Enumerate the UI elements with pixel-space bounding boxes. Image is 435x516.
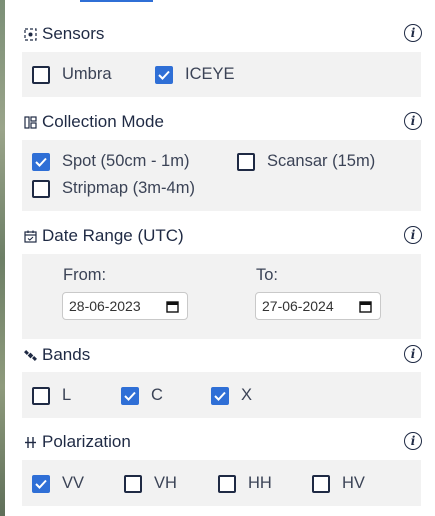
polarization-header: Polarization bbox=[23, 430, 131, 454]
calendar-picker-icon[interactable] bbox=[359, 300, 372, 313]
checkbox[interactable] bbox=[218, 474, 236, 493]
active-tab-indicator bbox=[80, 0, 153, 2]
mode-option-stripmap[interactable]: Stripmap (3m-4m) bbox=[32, 179, 195, 198]
sensor-icon bbox=[23, 27, 37, 41]
collection-mode-title: Collection Mode bbox=[42, 112, 164, 131]
bands-panel: L C X bbox=[22, 372, 421, 418]
checkbox[interactable] bbox=[32, 179, 50, 198]
band-option-c[interactable]: C bbox=[121, 386, 163, 405]
check-icon bbox=[35, 479, 47, 489]
from-date-value: 28-06-2023 bbox=[69, 298, 141, 314]
checkbox-checked[interactable] bbox=[155, 65, 173, 84]
collection-mode-header: Collection Mode bbox=[23, 110, 164, 134]
collection-mode-info-icon[interactable]: i bbox=[404, 112, 422, 130]
check-icon bbox=[35, 157, 47, 167]
check-icon bbox=[124, 391, 136, 401]
checkbox-checked[interactable] bbox=[211, 386, 229, 405]
polarization-option-vh[interactable]: VH bbox=[124, 474, 177, 493]
sensors-info-icon[interactable]: i bbox=[404, 24, 422, 42]
checkbox-checked[interactable] bbox=[32, 152, 50, 171]
bands-header: Bands bbox=[23, 343, 90, 367]
sensors-panel: Umbra ICEYE bbox=[22, 52, 421, 97]
date-range-title: Date Range (UTC) bbox=[42, 226, 184, 245]
polarization-icon bbox=[23, 435, 37, 449]
sensors-title: Sensors bbox=[42, 24, 105, 43]
calendar-picker-icon[interactable] bbox=[166, 300, 179, 313]
polarization-option-hh[interactable]: HH bbox=[218, 474, 272, 493]
polarization-title: Polarization bbox=[42, 432, 131, 451]
bands-info-icon[interactable]: i bbox=[404, 345, 422, 363]
date-range-panel: From: 28-06-2023 To: 27-06-2024 bbox=[22, 254, 421, 339]
check-icon bbox=[214, 391, 226, 401]
to-label: To: bbox=[256, 266, 279, 284]
option-label: L bbox=[62, 386, 72, 404]
checkbox-checked[interactable] bbox=[32, 474, 50, 493]
sensor-option-umbra[interactable]: Umbra bbox=[32, 65, 112, 84]
sensor-option-iceye[interactable]: ICEYE bbox=[155, 65, 235, 84]
checkbox[interactable] bbox=[312, 474, 330, 493]
checkbox[interactable] bbox=[124, 474, 142, 493]
mode-option-spot[interactable]: Spot (50cm - 1m) bbox=[32, 152, 189, 171]
from-date-input[interactable]: 28-06-2023 bbox=[62, 292, 188, 320]
band-option-x[interactable]: X bbox=[211, 386, 252, 405]
polarization-option-hv[interactable]: HV bbox=[312, 474, 365, 493]
polarization-info-icon[interactable]: i bbox=[404, 432, 422, 450]
option-label: HH bbox=[248, 474, 272, 492]
from-label: From: bbox=[63, 266, 107, 284]
checkbox[interactable] bbox=[237, 152, 255, 171]
collection-mode-panel: Spot (50cm - 1m) Scansar (15m) Stripmap … bbox=[22, 140, 421, 211]
mode-option-scansar[interactable]: Scansar (15m) bbox=[237, 152, 375, 171]
check-icon bbox=[158, 70, 170, 80]
to-date-input[interactable]: 27-06-2024 bbox=[255, 292, 381, 320]
bands-title: Bands bbox=[42, 345, 91, 364]
option-label: VV bbox=[62, 474, 85, 492]
map-edge bbox=[0, 0, 5, 516]
checkbox[interactable] bbox=[32, 65, 50, 84]
option-label: Umbra bbox=[62, 65, 112, 83]
band-option-l[interactable]: L bbox=[32, 386, 71, 405]
date-range-header: Date Range (UTC) bbox=[23, 224, 184, 248]
sensors-header: Sensors bbox=[23, 22, 104, 46]
option-label: ICEYE bbox=[185, 65, 235, 83]
checkbox[interactable] bbox=[32, 386, 50, 405]
checkbox-checked[interactable] bbox=[121, 386, 139, 405]
date-range-info-icon[interactable]: i bbox=[404, 226, 422, 244]
option-label: HV bbox=[342, 474, 365, 492]
satellite-icon bbox=[23, 348, 37, 362]
to-date-value: 27-06-2024 bbox=[262, 298, 334, 314]
calendar-icon bbox=[23, 229, 37, 243]
option-label: Stripmap (3m-4m) bbox=[62, 179, 195, 197]
option-label: C bbox=[151, 386, 163, 404]
grid-icon bbox=[23, 115, 37, 129]
polarization-panel: VV VH HH HV bbox=[22, 460, 421, 506]
option-label: Spot (50cm - 1m) bbox=[62, 152, 190, 170]
option-label: X bbox=[241, 386, 253, 404]
option-label: Scansar (15m) bbox=[267, 152, 376, 170]
polarization-option-vv[interactable]: VV bbox=[32, 474, 84, 493]
option-label: VH bbox=[154, 474, 177, 492]
